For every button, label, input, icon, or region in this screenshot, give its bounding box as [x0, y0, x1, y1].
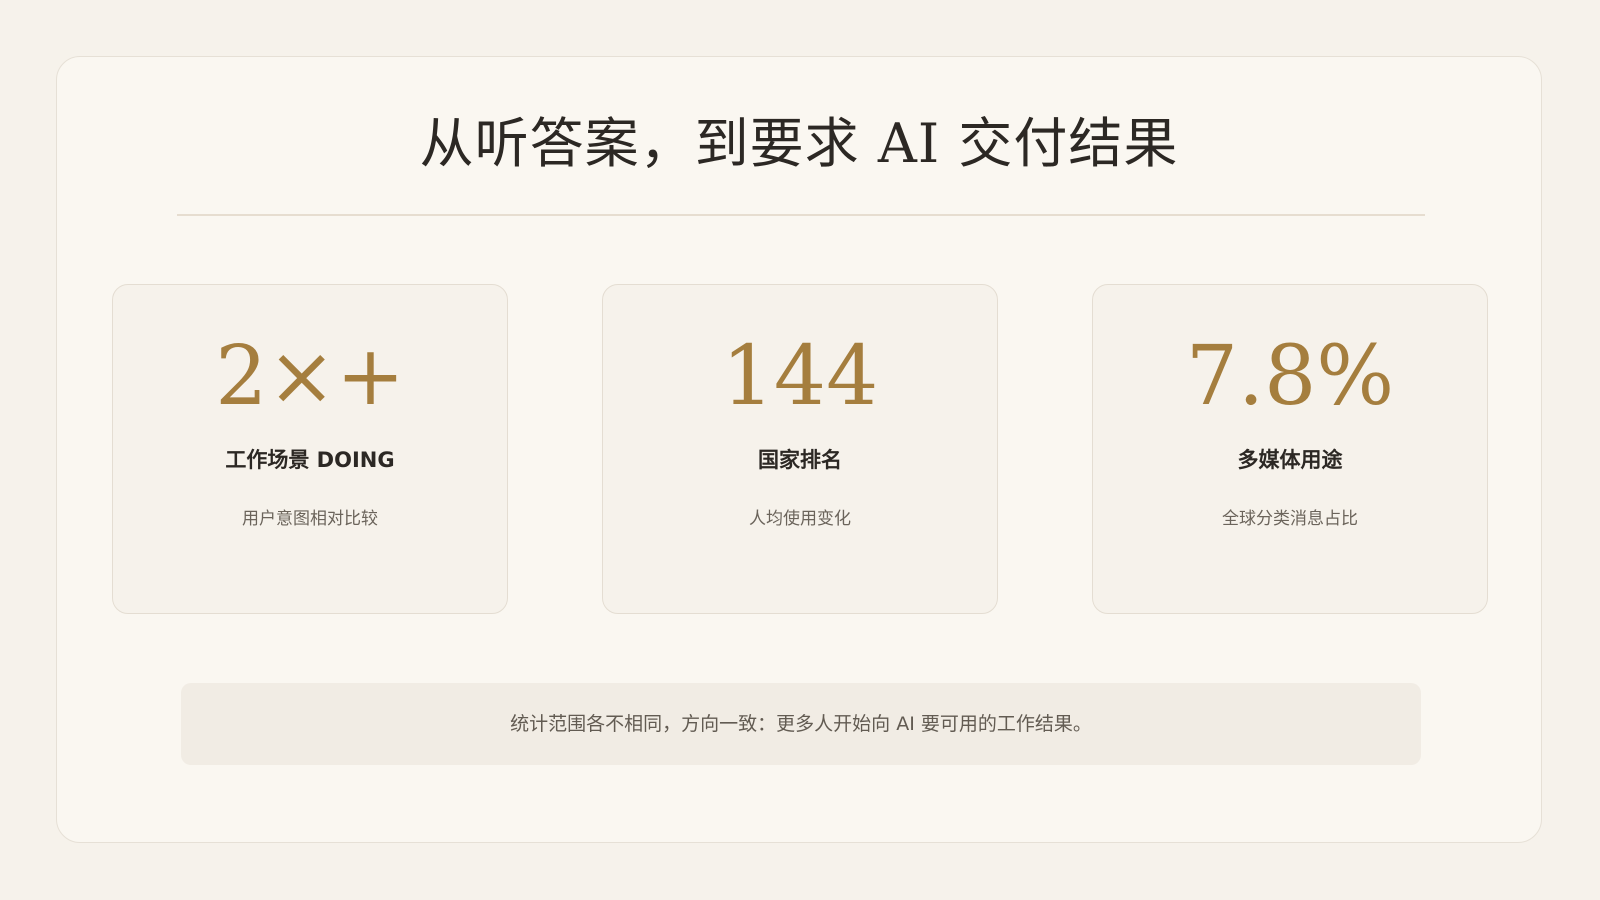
summary-footnote: 统计范围各不相同，方向一致：更多人开始向 AI 要可用的工作结果。	[181, 683, 1421, 765]
stat-card-multimedia-usage: 7.8% 多媒体用途 全球分类消息占比	[1092, 284, 1488, 614]
stat-value: 144	[721, 329, 879, 424]
stat-value: 2×+	[215, 329, 405, 424]
stat-label: 多媒体用途	[1237, 448, 1343, 472]
stat-card-country-rank: 144 国家排名 人均使用变化	[602, 284, 998, 614]
title-divider	[177, 214, 1425, 216]
slide-panel: 从听答案，到要求 AI 交付结果 2×+ 工作场景 DOING 用户意图相对比较…	[56, 56, 1542, 843]
stat-value: 7.8%	[1185, 329, 1395, 424]
stat-description: 全球分类消息占比	[1222, 509, 1358, 529]
stat-description: 人均使用变化	[749, 509, 851, 529]
stat-description: 用户意图相对比较	[242, 509, 378, 529]
stat-label: 国家排名	[758, 448, 842, 472]
slide-title: 从听答案，到要求 AI 交付结果	[419, 112, 1179, 175]
stat-card-work-scenarios: 2×+ 工作场景 DOING 用户意图相对比较	[112, 284, 508, 614]
stat-label: 工作场景 DOING	[225, 448, 395, 472]
